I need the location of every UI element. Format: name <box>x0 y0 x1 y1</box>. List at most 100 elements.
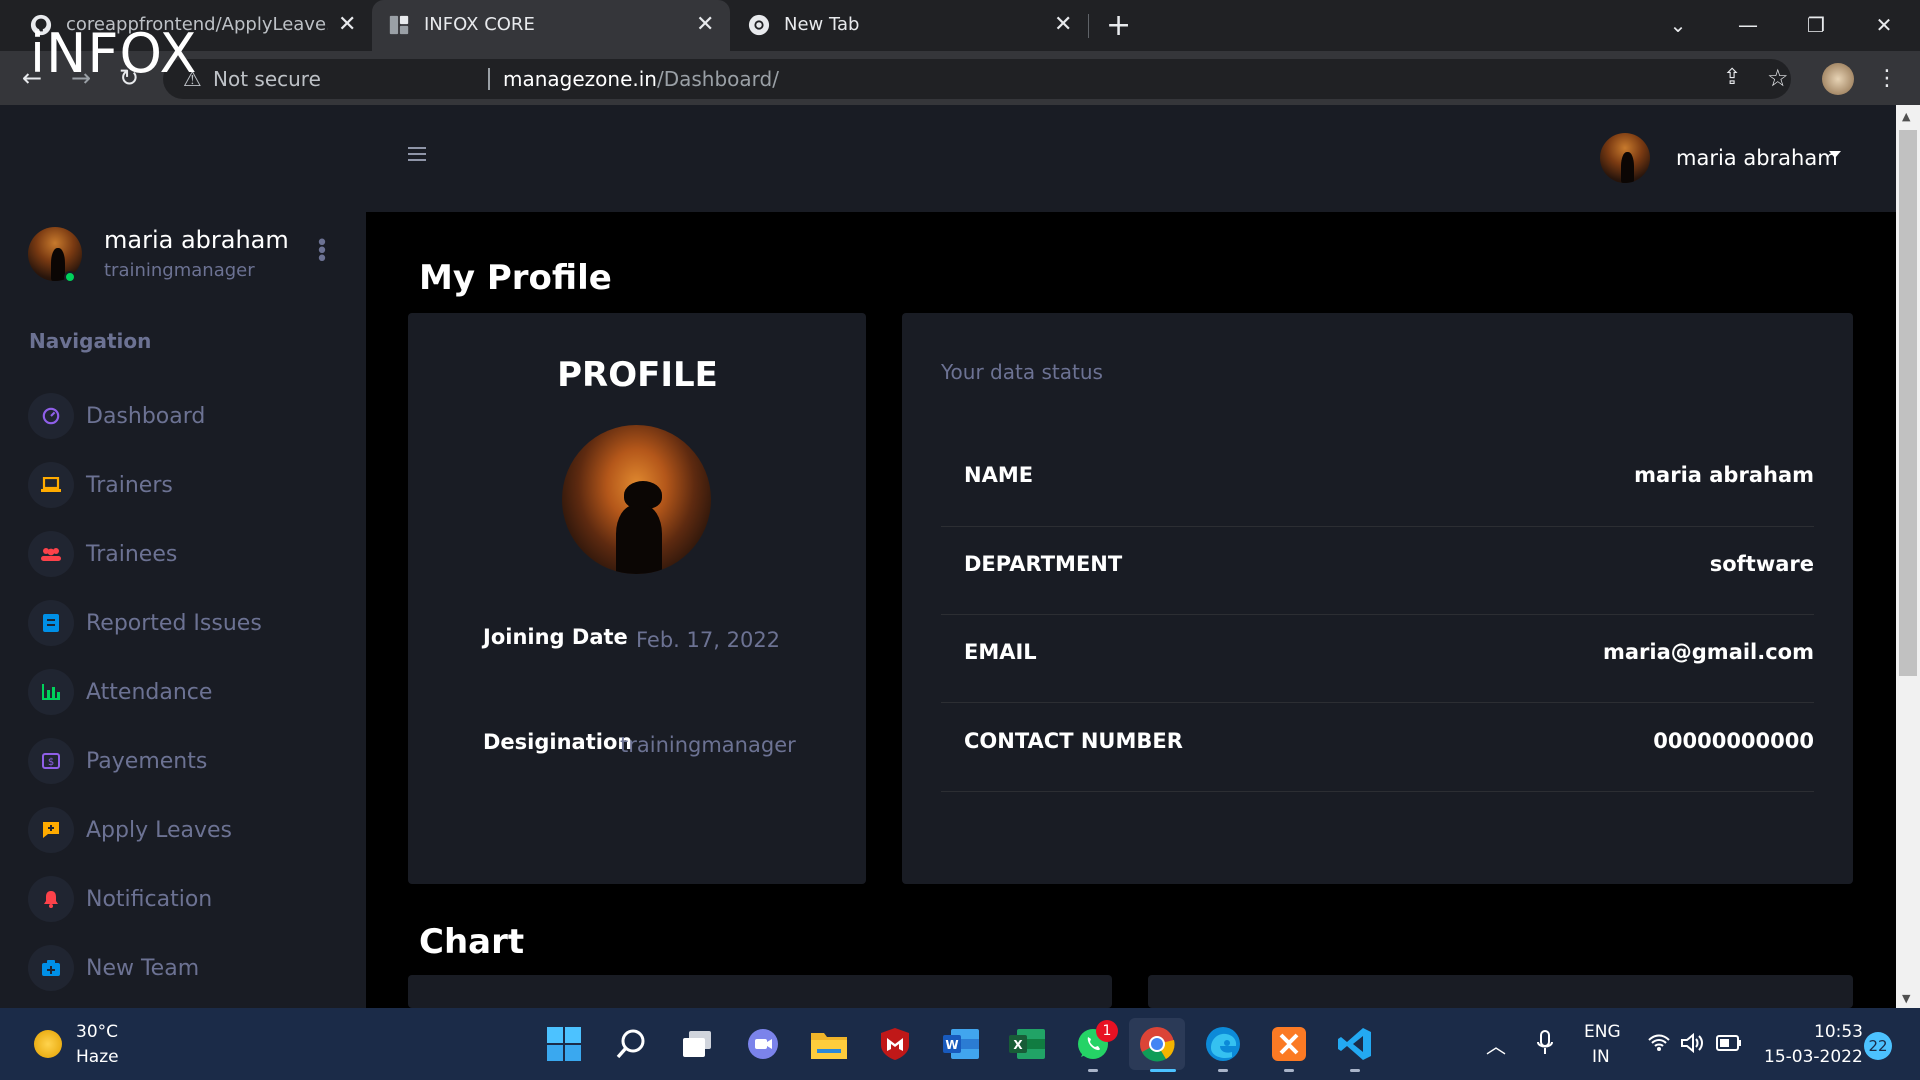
payment-icon: $ <box>28 738 74 784</box>
more-options-icon[interactable]: • • • <box>315 233 329 271</box>
sidebar-item-trainers[interactable]: Trainers <box>28 460 348 510</box>
scrollbar-thumb[interactable] <box>1899 130 1917 676</box>
document-icon <box>28 600 74 646</box>
profile-photo <box>562 425 711 574</box>
sidebar-item-payements[interactable]: $ Payements <box>28 736 348 786</box>
chrome-taskbar-icon[interactable] <box>1137 1024 1177 1064</box>
url-text[interactable]: managezone.in/Dashboard/ <box>503 67 779 91</box>
online-status-dot <box>64 271 76 283</box>
language-region[interactable]: IN <box>1592 1047 1610 1067</box>
browser-tab-newtab[interactable]: New Tab ✕ <box>732 0 1092 51</box>
data-status-card <box>902 313 1853 884</box>
close-tab-icon[interactable]: ✕ <box>1054 12 1072 38</box>
teams-chat-icon[interactable] <box>743 1024 783 1064</box>
sidebar-item-attendance[interactable]: Attendance <box>28 667 348 717</box>
weather-description[interactable]: Haze <box>76 1047 119 1067</box>
leave-icon <box>28 807 74 853</box>
row-divider <box>941 614 1814 615</box>
restore-icon[interactable]: ❐ <box>1786 6 1846 44</box>
contact-number-value: 00000000000 <box>1653 729 1814 753</box>
microphone-icon[interactable] <box>1536 1030 1553 1056</box>
tab-title: New Tab <box>784 14 860 35</box>
close-window-icon[interactable]: ✕ <box>1854 6 1914 44</box>
wifi-icon[interactable] <box>1648 1034 1670 1056</box>
sidebar-item-notification[interactable]: Notification <box>28 874 348 924</box>
word-icon[interactable]: W <box>941 1024 981 1064</box>
whatsapp-badge: 1 <box>1096 1020 1118 1042</box>
clock-time[interactable]: 10:53 <box>1814 1022 1863 1042</box>
page-title: My Profile <box>419 258 612 298</box>
volume-icon[interactable] <box>1680 1032 1704 1058</box>
chevron-up-icon[interactable]: ︿ <box>1486 1030 1506 1059</box>
tab-divider <box>1088 14 1089 38</box>
department-label: DEPARTMENT <box>964 552 1123 576</box>
sidebar-item-label: Attendance <box>86 679 213 705</box>
sidebar-item-label: New Team <box>86 955 200 981</box>
running-indicator <box>1088 1069 1098 1072</box>
close-tab-icon[interactable]: ✕ <box>338 12 356 38</box>
battery-icon[interactable] <box>1716 1035 1742 1055</box>
data-status-heading: Your data status <box>941 360 1103 384</box>
row-divider <box>941 791 1814 792</box>
chrome-menu-icon[interactable]: ⋮ <box>1872 63 1902 93</box>
topbar <box>366 105 1896 212</box>
minimize-icon[interactable]: — <box>1718 6 1778 44</box>
silhouette-body <box>616 505 662 574</box>
joining-date-label: Joining Date <box>483 625 628 649</box>
topbar-avatar[interactable] <box>1600 133 1650 183</box>
svg-text:$: $ <box>48 757 54 768</box>
sidebar-item-apply-leaves[interactable]: Apply Leaves <box>28 805 348 855</box>
sidebar-item-trainees[interactable]: Trainees <box>28 529 348 579</box>
email-label: EMAIL <box>964 640 1037 664</box>
clock-date[interactable]: 15-03-2022 <box>1764 1047 1863 1067</box>
name-label: NAME <box>964 463 1034 487</box>
chart-card-left <box>408 975 1112 1008</box>
topbar-user-name[interactable]: maria abraham <box>1676 146 1838 170</box>
browser-tab-infox[interactable]: INFOX CORE ✕ <box>372 0 730 51</box>
sidebar-item-label: Notification <box>86 886 213 912</box>
xampp-icon[interactable] <box>1269 1024 1309 1064</box>
bell-icon <box>28 876 74 922</box>
sidebar-user-name: maria abraham <box>104 226 289 254</box>
language-code[interactable]: ENG <box>1584 1022 1621 1042</box>
sidebar-item-dashboard[interactable]: Dashboard <box>28 391 348 441</box>
row-divider <box>941 702 1814 703</box>
sidebar-item-new-team[interactable]: New Team <box>28 943 348 993</box>
task-view-icon[interactable] <box>677 1024 717 1064</box>
sidebar-toggle-icon[interactable] <box>408 147 426 161</box>
mcafee-icon[interactable] <box>875 1024 915 1064</box>
sidebar-item-label: Reported Issues <box>86 610 262 636</box>
share-icon[interactable]: ⇪ <box>1723 65 1741 90</box>
chart-section-title: Chart <box>419 922 525 962</box>
email-value: maria@gmail.com <box>1603 640 1814 664</box>
sidebar-item-label: Payements <box>86 748 208 774</box>
edge-icon[interactable] <box>1203 1024 1243 1064</box>
chart-icon <box>28 669 74 715</box>
tab-title: INFOX CORE <box>424 14 535 35</box>
search-icon[interactable] <box>611 1024 651 1064</box>
svg-text:W: W <box>945 1038 958 1052</box>
chart-card-right <box>1148 975 1853 1008</box>
excel-icon[interactable]: X <box>1007 1024 1047 1064</box>
bookmark-star-icon[interactable]: ☆ <box>1767 64 1789 92</box>
sidebar-item-label: Trainers <box>86 472 173 498</box>
weather-temperature[interactable]: 30°C <box>76 1022 118 1042</box>
tab-search-chevron-icon[interactable]: ⌄ <box>1648 6 1708 44</box>
chevron-down-icon[interactable] <box>1829 151 1841 158</box>
scroll-up-arrow-icon[interactable]: ▲ <box>1902 110 1910 123</box>
scroll-down-arrow-icon[interactable]: ▼ <box>1902 992 1910 1005</box>
security-label[interactable]: Not secure <box>213 67 321 91</box>
brand-logo[interactable]: iNFOX <box>30 22 198 85</box>
browser-profile-avatar[interactable] <box>1822 63 1854 95</box>
sidebar-item-reported-issues[interactable]: Reported Issues <box>28 598 348 648</box>
notification-count-badge[interactable]: 22 <box>1864 1032 1892 1060</box>
row-divider <box>941 526 1814 527</box>
vscode-icon[interactable] <box>1335 1024 1375 1064</box>
weather-sun-icon[interactable] <box>34 1030 62 1058</box>
new-tab-plus-icon[interactable]: + <box>1106 8 1131 43</box>
file-explorer-icon[interactable] <box>809 1024 849 1064</box>
close-tab-icon[interactable]: ✕ <box>696 12 714 38</box>
address-bar[interactable]: ⚠ Not secure managezone.in/Dashboard/ ⇪ … <box>163 59 1791 99</box>
browser-tab-strip: coreappfrontend/ApplyLeave.htm ✕ INFOX C… <box>0 0 1920 51</box>
start-windows-icon[interactable] <box>544 1024 584 1064</box>
